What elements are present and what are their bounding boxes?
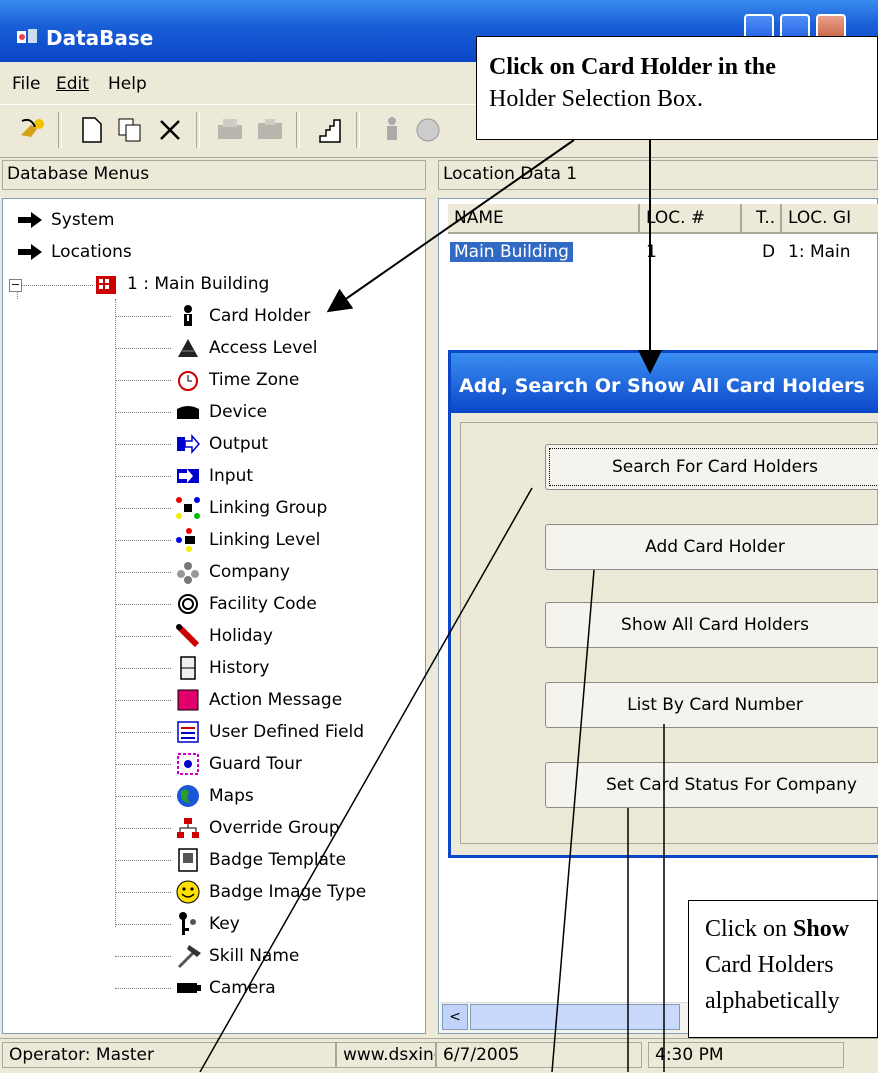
- line-add: [551, 569, 595, 1072]
- annotation-arrows: [199, 139, 665, 1072]
- line-search: [199, 487, 533, 1072]
- arrow-to-card-holder: [326, 139, 575, 313]
